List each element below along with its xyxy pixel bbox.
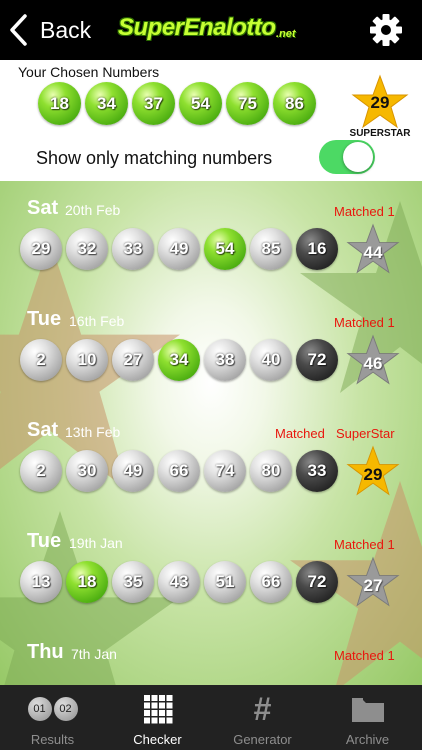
draw-date: 19th Jan — [69, 535, 123, 551]
draw-ball: 38 — [204, 339, 246, 381]
toggle-knob — [343, 142, 373, 172]
chosen-ball: 34 — [85, 82, 128, 125]
draw-superstar-number: 29 — [363, 465, 383, 484]
draw-ball: 2 — [20, 450, 62, 492]
draw-ball: 40 — [250, 339, 292, 381]
tab-archive[interactable]: Archive — [315, 685, 420, 750]
draw-day: Tue — [27, 308, 62, 330]
tab-generator[interactable]: # Generator — [210, 685, 315, 750]
draw-day: Tue — [27, 530, 62, 552]
draw-ball: 49 — [112, 450, 154, 492]
matching-only-toggle[interactable] — [319, 140, 375, 174]
grid-icon — [105, 693, 210, 725]
draw-ball: 66 — [158, 450, 200, 492]
chosen-ball: 75 — [226, 82, 269, 125]
match-status: Matched 1 — [334, 204, 395, 219]
tab-bar: 01 02 Results Checker # Generator Archiv… — [0, 685, 422, 750]
hash-icon: # — [210, 690, 315, 727]
draw-balls: 2 10 27 34 38 40 72 — [20, 339, 338, 381]
draw-ball: 80 — [250, 450, 292, 492]
tab-label: Generator — [233, 732, 292, 747]
draw-result-row[interactable]: Sat 20th Feb Matched 1 29 32 33 49 54 85 16 44 — [0, 181, 422, 292]
draw-superstar-number: 46 — [363, 354, 383, 373]
draw-ball: 85 — [250, 228, 292, 270]
back-button[interactable]: Back — [8, 12, 91, 48]
chevron-left-icon — [10, 14, 27, 46]
jolly-ball: 72 — [296, 561, 338, 603]
draw-date: 20th Feb — [65, 202, 121, 218]
draw-ball: 32 — [66, 228, 108, 270]
superstar-label: SUPERSTAR — [349, 128, 411, 139]
mini-ball: 02 — [53, 697, 78, 721]
matched-ball: 54 — [204, 228, 246, 270]
draw-ball: 49 — [158, 228, 200, 270]
draw-day: Sat — [27, 419, 59, 441]
tab-results[interactable]: 01 02 Results — [0, 685, 105, 750]
draw-ball: 29 — [20, 228, 62, 270]
chosen-numbers-label: Your Chosen Numbers — [18, 64, 160, 80]
tab-label: Archive — [345, 732, 390, 747]
mini-ball: 01 — [27, 697, 52, 721]
matched-ball: 18 — [66, 561, 108, 603]
draw-ball: 30 — [66, 450, 108, 492]
draw-result-row[interactable]: Tue 16th Feb Matched 1 2 10 27 34 38 40 72 46 — [0, 292, 422, 403]
chosen-ball: 18 — [38, 82, 81, 125]
match-status: Matched — [275, 426, 325, 441]
draw-result-row[interactable]: Tue 19th Jan Matched 1 13 18 35 43 51 66 72 27 — [0, 514, 422, 625]
draw-day: Thu — [27, 641, 64, 663]
draw-ball: 33 — [112, 228, 154, 270]
folder-icon — [315, 693, 420, 725]
tab-label: Results — [30, 732, 75, 747]
draw-date: 13th Feb — [65, 424, 121, 440]
chosen-numbers-panel: Your Chosen Numbers 18 34 37 54 75 86 29 SUPE… — [0, 60, 422, 181]
jolly-ball: 33 — [296, 450, 338, 492]
jolly-ball: 72 — [296, 339, 338, 381]
superenalotto-logo: SuperEnalotto .net — [118, 14, 306, 50]
draw-date: 16th Feb — [69, 313, 125, 329]
draw-ball: 74 — [204, 450, 246, 492]
draw-ball: 10 — [66, 339, 108, 381]
hash-glyph: # — [253, 690, 272, 727]
draw-ball: 2 — [20, 339, 62, 381]
toggle-label: Show only matching numbers — [36, 148, 273, 168]
jolly-ball: 16 — [296, 228, 338, 270]
draw-ball: 27 — [112, 339, 154, 381]
match-status: Matched 1 — [334, 648, 395, 663]
chosen-ball: 54 — [179, 82, 222, 125]
match-status: Matched 1 — [334, 315, 395, 330]
draw-balls: 29 32 33 49 54 85 16 — [20, 228, 338, 270]
draw-day: Sat — [27, 197, 59, 219]
back-label: Back — [40, 16, 92, 43]
draw-balls: 2 30 49 66 74 80 33 — [20, 450, 338, 492]
draw-superstar-number: 27 — [363, 576, 383, 595]
tab-checker[interactable]: Checker — [105, 685, 210, 750]
chosen-balls: 18 34 37 54 75 86 — [38, 82, 316, 125]
chosen-ball: 37 — [132, 82, 175, 125]
draw-result-row[interactable]: Thu 7th Jan Matched 1 — [0, 625, 422, 685]
logo-text: SuperEnalotto — [118, 14, 276, 41]
draw-ball: 35 — [112, 561, 154, 603]
logo-suffix: .net — [276, 28, 296, 40]
superstar-number: 29 — [370, 93, 390, 112]
matched-ball: 34 — [158, 339, 200, 381]
results-list[interactable]: Sat 20th Feb Matched 1 29 32 33 49 54 85 16 44 Tue 1… — [0, 181, 422, 685]
draw-ball: 66 — [250, 561, 292, 603]
tab-label: Checker — [133, 732, 182, 747]
draw-date: 7th Jan — [71, 646, 117, 662]
draw-ball: 13 — [20, 561, 62, 603]
match-status: Matched 1 — [334, 537, 395, 552]
draw-superstar-number: 44 — [363, 243, 383, 262]
gear-icon[interactable] — [368, 12, 404, 48]
chosen-ball: 86 — [273, 82, 316, 125]
match-superstar-status: SuperStar — [336, 426, 395, 441]
results-balls-icon: 01 02 — [0, 693, 105, 725]
draw-ball: 51 — [204, 561, 246, 603]
draw-result-row[interactable]: Sat 13th Feb Matched SuperStar 2 30 49 66 74 80 33… — [0, 403, 422, 514]
draw-balls: 13 18 35 43 51 66 72 — [20, 561, 338, 603]
draw-ball: 43 — [158, 561, 200, 603]
navigation-bar: Back SuperEnalotto .net — [0, 0, 422, 60]
